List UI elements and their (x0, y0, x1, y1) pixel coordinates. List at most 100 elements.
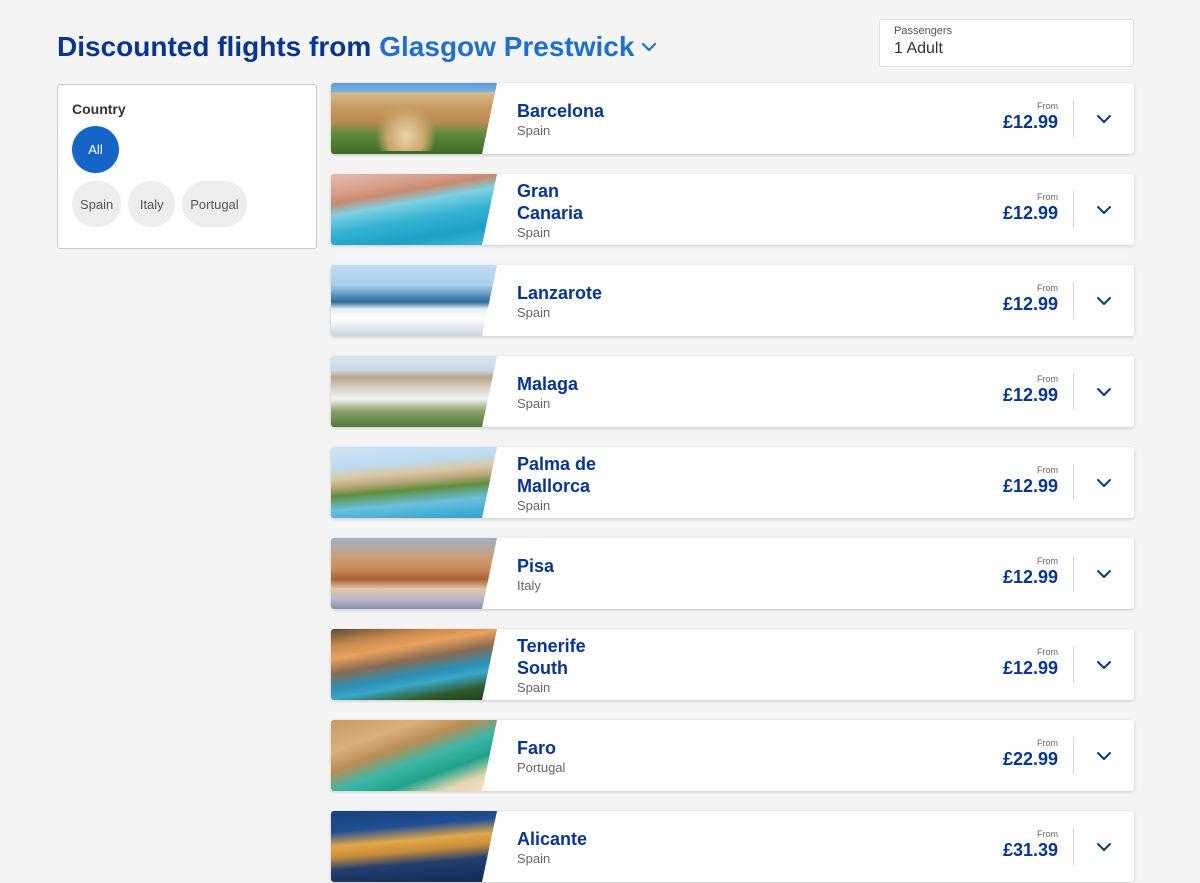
divider (1073, 555, 1074, 592)
destination-image (331, 447, 497, 518)
country-chip-italy[interactable]: Italy (128, 181, 176, 227)
destination-info: Barcelona Spain (517, 83, 757, 154)
price-from-label: From (1037, 556, 1058, 566)
price-block: From £12.99 (1003, 283, 1058, 315)
chevron-down-icon[interactable] (1094, 837, 1114, 857)
page-title-prefix: Discounted flights from (57, 31, 372, 62)
chevron-down-icon[interactable] (1094, 564, 1114, 584)
price-block: From £12.99 (1003, 556, 1058, 588)
destination-country: Spain (517, 679, 551, 695)
destination-image (331, 265, 497, 336)
country-filter-title: Country (72, 101, 126, 117)
destination-image (331, 538, 497, 609)
destination-image (331, 356, 497, 427)
price-from-label: From (1037, 465, 1058, 475)
country-chip-all[interactable]: All (72, 126, 119, 173)
price-value: £12.99 (1002, 294, 1058, 314)
chevron-down-icon[interactable] (1094, 291, 1114, 311)
price-value: £12.99 (1002, 658, 1058, 678)
country-chip-portugal[interactable]: Portugal (182, 181, 247, 227)
country-chip-spain[interactable]: Spain (72, 181, 122, 227)
divider (1073, 191, 1074, 228)
page-title: Discounted flights from Glasgow Prestwic… (57, 31, 658, 63)
destination-city: Faro (517, 737, 557, 758)
price-from-label: From (1037, 283, 1058, 293)
destination-image (331, 174, 497, 245)
destination-image (331, 83, 497, 154)
chevron-down-icon[interactable] (1094, 382, 1114, 402)
price-value: £31.39 (1002, 840, 1058, 860)
price-from-label: From (1037, 738, 1058, 748)
destination-country: Spain (517, 850, 551, 866)
price-value: £12.99 (1002, 476, 1058, 496)
destination-info: Lanzarote Spain (517, 265, 757, 336)
price-block: From £31.39 (1003, 829, 1058, 861)
destination-card[interactable]: Faro Portugal From £22.99 (331, 720, 1134, 791)
destination-country: Spain (517, 304, 551, 320)
destination-country: Spain (517, 224, 551, 240)
price-block: From £12.99 (1003, 465, 1058, 497)
destination-card[interactable]: Malaga Spain From £12.99 (331, 356, 1134, 427)
origin-airport-selector[interactable]: Glasgow Prestwick (379, 31, 634, 63)
destination-city: Pisa (517, 555, 555, 576)
destination-info: Faro Portugal (517, 720, 757, 791)
price-block: From £12.99 (1003, 192, 1058, 224)
destination-card[interactable]: Palma de Mallorca Spain From £12.99 (331, 447, 1134, 518)
chevron-down-icon[interactable] (1094, 473, 1114, 493)
price-block: From £12.99 (1003, 374, 1058, 406)
destination-card[interactable]: Barcelona Spain From £12.99 (331, 83, 1134, 154)
country-chips: Spain Italy Portugal (72, 181, 247, 227)
destination-info: Alicante Spain (517, 811, 757, 882)
destination-card[interactable]: Tenerife South Spain From £12.99 (331, 629, 1134, 700)
chevron-down-icon[interactable] (1094, 200, 1114, 220)
destination-info: Pisa Italy (517, 538, 757, 609)
page: Discounted flights from Glasgow Prestwic… (0, 0, 1200, 883)
price-from-label: From (1037, 647, 1058, 657)
destination-info: Tenerife South Spain (517, 629, 617, 700)
price-from-label: From (1037, 101, 1058, 111)
destination-card[interactable]: Gran Canaria Spain From £12.99 (331, 174, 1134, 245)
passengers-label: Passengers (894, 25, 953, 37)
price-value: £12.99 (1002, 112, 1058, 132)
divider (1073, 646, 1074, 683)
destination-city: Barcelona (517, 100, 605, 121)
destination-country: Spain (517, 122, 551, 138)
destination-card[interactable]: Lanzarote Spain From £12.99 (331, 265, 1134, 336)
destination-image (331, 720, 497, 791)
price-from-label: From (1037, 829, 1058, 839)
price-block: From £22.99 (1003, 738, 1058, 770)
price-value: £12.99 (1002, 385, 1058, 405)
destination-image (331, 811, 497, 882)
price-from-label: From (1037, 374, 1058, 384)
destination-country: Italy (517, 577, 541, 593)
price-block: From £12.99 (1003, 101, 1058, 133)
destination-city: Alicante (517, 828, 588, 849)
price-from-label: From (1037, 192, 1058, 202)
destination-card[interactable]: Alicante Spain From £31.39 (331, 811, 1134, 882)
divider (1073, 282, 1074, 319)
destination-country: Spain (517, 395, 551, 411)
price-value: £22.99 (1002, 749, 1058, 769)
destination-list: Barcelona Spain From £12.99 Gran Canaria… (331, 83, 1134, 883)
chevron-down-icon[interactable] (1094, 655, 1114, 675)
destination-country: Portugal (517, 759, 566, 775)
price-block: From £12.99 (1003, 647, 1058, 679)
chevron-down-icon[interactable] (640, 38, 658, 56)
divider (1073, 737, 1074, 774)
price-value: £12.99 (1002, 567, 1058, 587)
destination-card[interactable]: Pisa Italy From £12.99 (331, 538, 1134, 609)
destination-image (331, 629, 497, 700)
destination-city: Tenerife South (517, 635, 586, 678)
destination-city: Palma de Mallorca (517, 453, 597, 496)
chevron-down-icon[interactable] (1094, 109, 1114, 129)
destination-info: Palma de Mallorca Spain (517, 447, 627, 518)
destination-country: Spain (517, 497, 551, 513)
destination-city: Lanzarote (517, 282, 603, 303)
passengers-value: 1 Adult (894, 40, 943, 57)
divider (1073, 100, 1074, 137)
destination-city: Gran Canaria (517, 180, 584, 223)
passengers-selector[interactable]: Passengers 1 Adult (879, 19, 1134, 67)
chevron-down-icon[interactable] (1094, 746, 1114, 766)
price-value: £12.99 (1002, 203, 1058, 223)
destination-city: Malaga (517, 373, 579, 394)
